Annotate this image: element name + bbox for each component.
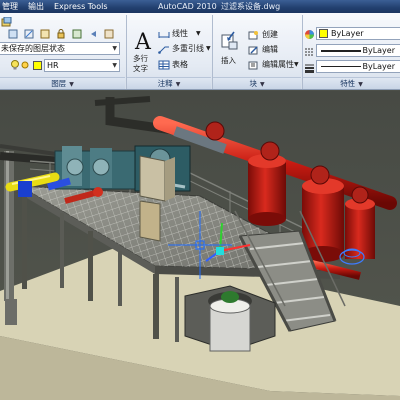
chevron-down-icon: ▼ — [175, 81, 181, 88]
valve-wheel — [66, 158, 84, 176]
pump-motor — [205, 121, 225, 141]
document-title: 过滤系设备.dwg — [221, 2, 281, 11]
properties-panel-title: 特性 — [340, 79, 356, 88]
insert-block-icon[interactable] — [220, 30, 240, 52]
color-wheel-icon[interactable] — [304, 29, 315, 40]
layer-lock-icon[interactable] — [56, 29, 66, 39]
color-swatch — [319, 29, 328, 38]
multiline-text-label[interactable]: 多行 文字 — [133, 54, 148, 74]
chevron-down-icon: ▼ — [358, 81, 363, 88]
edit-attribute-label[interactable]: 编辑属性 — [262, 59, 294, 70]
linear-dimension-icon[interactable] — [158, 29, 170, 39]
pump-motor — [260, 141, 280, 161]
layer-walk-icon[interactable] — [104, 29, 114, 39]
block-panel-label[interactable]: 块 ▼ — [213, 77, 301, 89]
support-leg — [88, 231, 93, 301]
autocad-window: 管理 输出 Express Tools AutoCAD 2010 过滤系设备.d… — [0, 0, 400, 400]
layer-value: HR — [47, 61, 59, 70]
linear-dimension-label[interactable]: 线性 — [172, 28, 188, 39]
tab-output[interactable]: 输出 — [23, 0, 49, 13]
layer-color-swatch — [33, 61, 42, 70]
dark-pipe — [94, 96, 151, 106]
layers-panel-title: 图层 — [51, 79, 67, 88]
support-leg — [153, 274, 159, 339]
multiline-text-icon[interactable]: A — [134, 30, 152, 52]
block-panel-title: 块 — [249, 79, 257, 88]
layer-off-icon[interactable] — [40, 29, 50, 39]
chevron-down-icon: ▼ — [112, 45, 117, 52]
lineweight-sample — [321, 66, 361, 67]
chevron-down-icon: ▼ — [294, 61, 299, 68]
annotation-panel-label[interactable]: 注释 ▼ — [127, 77, 211, 89]
table-icon[interactable] — [158, 60, 170, 70]
color-combo[interactable]: ByLayer — [316, 27, 400, 40]
red-tank-1 — [248, 154, 286, 226]
create-block-label[interactable]: 创建 — [262, 29, 278, 40]
pump-motor — [351, 186, 369, 204]
layer-state-combo[interactable]: 未保存的图层状态 ▼ — [0, 42, 120, 55]
linetype-combo[interactable]: ByLayer — [316, 44, 400, 57]
electrical-box — [139, 200, 161, 242]
pump-motor — [310, 165, 330, 185]
drawing-viewport[interactable] — [0, 91, 400, 400]
layer-state-value: 未保存的图层状态 — [1, 44, 65, 53]
sun-icon[interactable] — [20, 60, 30, 70]
title-bar: 管理 输出 Express Tools AutoCAD 2010 过滤系设备.d… — [0, 0, 400, 13]
layer-properties-icon[interactable] — [1, 17, 12, 28]
lineweight-icon[interactable] — [304, 62, 315, 73]
chevron-down-icon: ▼ — [112, 62, 117, 69]
chevron-down-icon: ▼ — [196, 30, 201, 37]
support-leg-foot — [5, 299, 17, 325]
support-leg — [22, 194, 27, 289]
dark-pipe — [0, 152, 61, 165]
lightbulb-icon[interactable] — [10, 60, 20, 70]
pipe-highlight — [6, 151, 9, 301]
layer-freeze-icon[interactable] — [24, 29, 34, 39]
color-value: ByLayer — [331, 29, 364, 38]
edit-block-icon[interactable] — [248, 45, 259, 55]
chevron-down-icon: ▼ — [259, 81, 265, 88]
annotation-panel-title: 注释 — [157, 79, 173, 88]
create-block-icon[interactable] — [248, 30, 259, 40]
support-leg — [118, 251, 122, 306]
lineweight-combo[interactable]: ByLayer — [316, 60, 400, 73]
linetype-icon[interactable] — [304, 46, 315, 57]
chevron-down-icon: ▼ — [206, 45, 211, 52]
properties-panel-label[interactable]: 特性 ▼ — [303, 77, 400, 89]
valve-wheel — [92, 158, 110, 176]
layer-previous-icon[interactable] — [88, 29, 98, 39]
control-cabinet — [139, 155, 166, 202]
edit-attribute-icon[interactable] — [248, 60, 259, 70]
layer-match-icon[interactable] — [72, 29, 82, 39]
support-leg — [60, 213, 64, 288]
support-leg — [175, 277, 179, 342]
ribbon: 未保存的图层状态 ▼ HR ▼ 图层 ▼ A 多行 文字 线性 ▼ 多重引线 ▼… — [0, 13, 400, 90]
ribbon-tab-strip: 管理 输出 Express Tools — [0, 0, 113, 13]
control-cabinet-side — [165, 157, 175, 201]
model-scene — [0, 91, 400, 400]
chevron-down-icon: ▼ — [69, 81, 74, 88]
edit-block-label[interactable]: 编辑 — [262, 44, 278, 55]
tab-express-tools[interactable]: Express Tools — [49, 0, 113, 13]
layer-combo[interactable]: HR ▼ — [44, 59, 120, 72]
layers-panel-label[interactable]: 图层 ▼ — [0, 77, 125, 89]
app-title: AutoCAD 2010 — [158, 2, 217, 11]
svg-text:A: A — [134, 30, 152, 52]
red-flange — [93, 187, 103, 197]
insert-block-label[interactable]: 插入 — [221, 55, 236, 66]
multileader-icon[interactable] — [158, 44, 170, 54]
layer-isolate-icon[interactable] — [8, 29, 18, 39]
table-label[interactable]: 表格 — [172, 59, 188, 70]
blue-valve — [18, 181, 32, 197]
multileader-label[interactable]: 多重引线 — [172, 43, 204, 54]
tab-manage[interactable]: 管理 — [0, 0, 23, 13]
linetype-sample — [321, 50, 361, 52]
lineweight-value: ByLayer — [362, 62, 395, 71]
linetype-value: ByLayer — [362, 46, 395, 55]
